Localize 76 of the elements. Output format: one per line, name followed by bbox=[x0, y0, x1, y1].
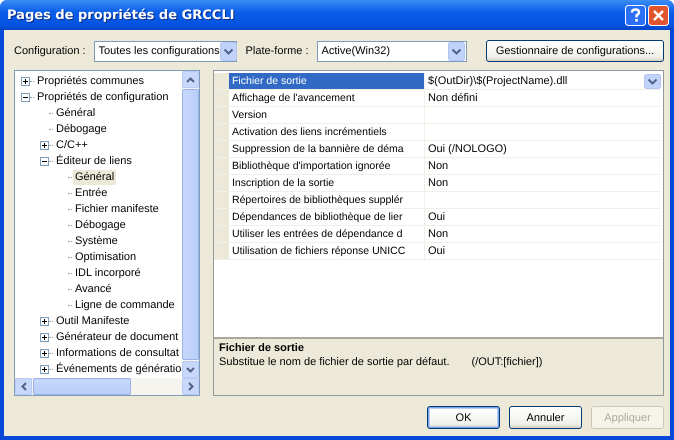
tree-item[interactable]: Général bbox=[54, 106, 98, 120]
configuration-dropdown[interactable]: Toutes les configurations bbox=[94, 40, 237, 62]
tree-item[interactable]: Générateur de document bbox=[54, 330, 180, 344]
property-name[interactable]: Affichage de l'avancement bbox=[229, 90, 425, 106]
tree-item[interactable]: Propriétés communes bbox=[35, 74, 146, 88]
dialog-button[interactable]: Annuler bbox=[509, 406, 582, 429]
tree-item[interactable]: Événements de génératio bbox=[54, 362, 182, 376]
tree-item[interactable]: Informations de consultat bbox=[54, 346, 181, 360]
plus-box-icon[interactable] bbox=[40, 332, 49, 342]
scroll-right-icon[interactable] bbox=[188, 382, 194, 391]
row-header bbox=[214, 73, 229, 89]
property-name[interactable]: Utiliser les entrées de dépendance d bbox=[229, 226, 425, 242]
horizontal-scrollbar[interactable] bbox=[15, 378, 199, 395]
ok-button[interactable]: OK bbox=[427, 406, 500, 429]
help-icon[interactable] bbox=[625, 4, 646, 26]
option-flag-text: (/OUT:[fichier]) bbox=[472, 356, 542, 368]
tree-item[interactable]: Entrée bbox=[73, 186, 110, 200]
row-header bbox=[214, 243, 229, 259]
property-name[interactable]: Fichier de sortie bbox=[229, 73, 425, 89]
tree-item[interactable]: Ligne de commande bbox=[73, 298, 177, 312]
property-value: Non bbox=[428, 228, 450, 240]
row-header bbox=[214, 175, 229, 191]
minus-box-icon[interactable] bbox=[40, 156, 49, 166]
tree-item[interactable]: Optimisation bbox=[73, 250, 138, 264]
property-name[interactable]: Inscription de la sortie bbox=[229, 175, 425, 191]
tree-item[interactable]: Outil Manifeste bbox=[54, 314, 132, 328]
plus-box-icon[interactable] bbox=[40, 140, 49, 150]
description-title: Fichier de sortie bbox=[219, 342, 305, 354]
row-header bbox=[214, 141, 229, 157]
property-value: Non bbox=[428, 160, 450, 172]
tree-item[interactable]: IDL incorporé bbox=[73, 266, 143, 280]
property-name[interactable]: Version bbox=[229, 107, 425, 123]
property-name[interactable]: Dépendances de bibliothèque de lier bbox=[229, 209, 425, 225]
property-value: $(OutDir)\$(ProjectName).dll bbox=[428, 75, 568, 87]
tree-item[interactable]: Fichier manifeste bbox=[73, 202, 161, 216]
tree-item[interactable]: C/C++ bbox=[54, 138, 90, 152]
property-value: Oui bbox=[428, 211, 446, 223]
configuration-manager-button[interactable]: Gestionnaire de configurations... bbox=[486, 40, 664, 62]
property-name[interactable]: Suppression de la bannière de déma bbox=[229, 141, 425, 157]
property-name[interactable]: Bibliothèque d'importation ignorée bbox=[229, 158, 425, 174]
row-header bbox=[214, 209, 229, 225]
scroll-down-icon[interactable] bbox=[186, 366, 195, 372]
row-header bbox=[214, 124, 229, 140]
description-text: Substitue le nom de fichier de sortie par défaut. bbox=[219, 356, 450, 368]
configuration-label: Configuration : bbox=[14, 45, 86, 57]
property-value: Non défini bbox=[428, 92, 479, 104]
tree-item[interactable]: Propriétés de configuration bbox=[35, 90, 170, 104]
tree-item[interactable]: Éditeur de liens bbox=[54, 154, 134, 168]
property-value: Non bbox=[428, 177, 450, 189]
scroll-thumb[interactable] bbox=[33, 378, 131, 395]
plus-box-icon[interactable] bbox=[40, 316, 49, 326]
plus-box-icon[interactable] bbox=[40, 348, 49, 358]
tree-item[interactable]: Débogage bbox=[73, 218, 128, 232]
scroll-left-icon[interactable] bbox=[20, 382, 26, 391]
scroll-up-icon[interactable] bbox=[186, 76, 195, 82]
tree-item[interactable]: Général bbox=[73, 170, 116, 184]
property-value: Oui bbox=[428, 245, 446, 257]
property-value: Oui (/NOLOGO) bbox=[428, 143, 508, 155]
row-header bbox=[214, 226, 229, 242]
row-header bbox=[214, 158, 229, 174]
property-name[interactable]: Utilisation de fichiers réponse UNICC bbox=[229, 243, 425, 259]
row-header bbox=[214, 90, 229, 106]
property-name[interactable]: Activation des liens incrémentiels bbox=[229, 124, 425, 140]
plus-box-icon[interactable] bbox=[40, 364, 49, 374]
window-title: Pages de propriétés de GRCCLI bbox=[7, 8, 236, 22]
row-header bbox=[214, 192, 229, 208]
row-header bbox=[214, 107, 229, 123]
close-icon[interactable] bbox=[648, 4, 669, 26]
tree-item[interactable]: Système bbox=[73, 234, 120, 248]
tree-item[interactable]: Avancé bbox=[73, 282, 114, 296]
platform-dropdown[interactable]: Active(Win32) bbox=[316, 40, 467, 62]
platform-label: Plate-forme : bbox=[246, 45, 309, 57]
property-name[interactable]: Répertoires de bibliothèques supplér bbox=[229, 192, 425, 208]
tree-item[interactable]: Débogage bbox=[54, 122, 109, 136]
minus-box-icon[interactable] bbox=[21, 92, 30, 102]
plus-box-icon[interactable] bbox=[21, 76, 30, 86]
